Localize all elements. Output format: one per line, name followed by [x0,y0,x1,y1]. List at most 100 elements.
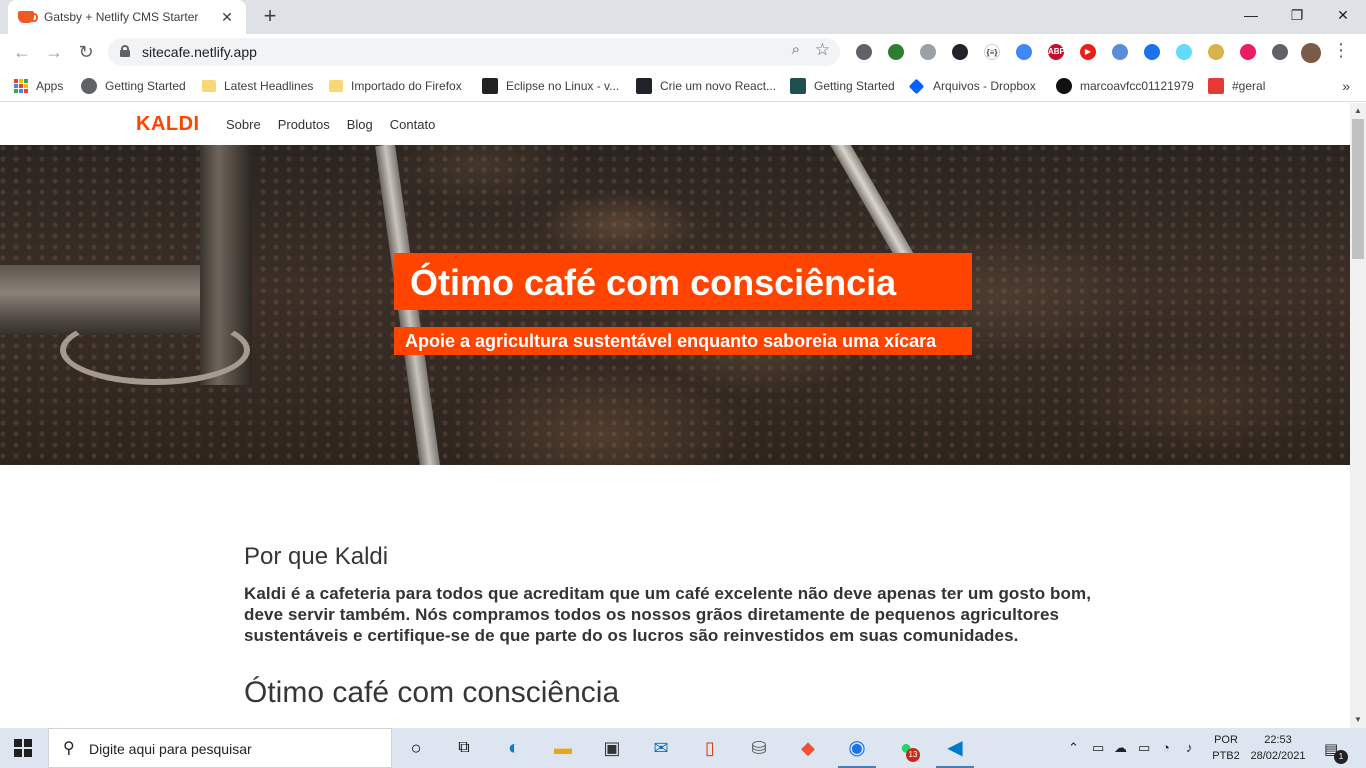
file-explorer-icon[interactable]: ▬ [551,736,575,760]
settings-ext-icon[interactable] [856,44,872,60]
tray-overflow-icon[interactable]: ⌃ [1068,740,1079,756]
nav-links: Sobre Produtos Blog Contato [226,117,452,132]
tab-close-icon[interactable]: ✕ [218,9,236,26]
ext-blue3-icon[interactable] [1144,44,1160,60]
scrollbar-thumb[interactable] [1352,119,1364,259]
site-navbar: KALDI Sobre Produtos Blog Contato [0,103,1350,145]
adblock-plus-icon[interactable]: ABP [1048,44,1065,60]
bookmarks-bar: Apps Getting Started Latest Headlines Im… [0,70,1366,102]
task-view-icon[interactable]: ⧉ [452,736,476,760]
search-placeholder[interactable]: Digite aqui para pesquisar [89,741,252,757]
nav-link-produtos[interactable]: Produtos [278,117,330,132]
nav-link-sobre[interactable]: Sobre [226,117,261,132]
profile-avatar[interactable] [1301,43,1321,63]
search-icon: ⚲ [63,740,75,757]
section-text: Kaldi é a cafeteria para todos que acred… [244,584,1092,645]
page-viewport: KALDI Sobre Produtos Blog Contato Ótimo … [0,103,1350,728]
hero-banner: Ótimo café com consciência Apoie a agric… [0,145,1350,465]
system-clock[interactable]: 22:53 28/02/2021 [1246,732,1310,764]
whatsapp-badge: 13 [906,748,920,762]
zoom-icon[interactable]: ⌕ [792,41,800,58]
bookmark-crie-react[interactable]: Crie um novo React... [636,76,776,96]
maximize-button[interactable]: ❐ [1274,0,1320,30]
close-window-button[interactable]: ✕ [1320,0,1366,30]
battery-icon[interactable]: ▭ [1138,740,1150,756]
globe-icon [81,78,97,94]
new-tab-button[interactable]: + [258,5,282,29]
nav-link-contato[interactable]: Contato [390,117,436,132]
bookmark-eclipse-linux[interactable]: Eclipse no Linux - v... [482,76,619,96]
github-icon [1056,78,1072,94]
react-devtools-icon[interactable] [952,44,968,60]
minimize-button[interactable]: — [1228,0,1274,30]
windows-start-icon[interactable] [14,739,32,757]
puzzle-icon[interactable] [1272,44,1288,60]
calendar-icon [1208,78,1224,94]
taskbar-search[interactable]: ⚲ Digite aqui para pesquisar [48,728,392,768]
ext-gold-icon[interactable] [1208,44,1224,60]
hero-title: Ótimo café com consciência [394,253,972,310]
volume-icon[interactable]: ♪ [1186,740,1193,755]
folder-icon [202,80,216,92]
address-bar[interactable]: sitecafe.netlify.app ⌕ ☆ [108,38,840,66]
git-icon[interactable]: ◆ [796,736,820,760]
store-icon[interactable]: ▣ [600,736,624,760]
bookmark-geral[interactable]: #geral [1208,76,1265,96]
browser-tab[interactable]: Gatsby + Netlify CMS Starter ✕ [8,0,246,34]
edge-icon[interactable]: ◐ [502,736,526,760]
installer-icon[interactable]: ⛁ [747,736,771,760]
gatsby-favicon-icon [18,11,38,23]
dropbox-icon [908,78,925,94]
ext-blue2-icon[interactable] [1112,44,1128,60]
bookmark-label: Arquivos - Dropbox [933,79,1036,93]
office-icon[interactable]: ▯ [698,736,722,760]
bookmark-getting-started[interactable]: Getting Started [81,76,186,96]
bookmark-dropbox[interactable]: Arquivos - Dropbox [908,76,1036,96]
scroll-up-icon[interactable]: ▲ [1350,103,1366,119]
input-language[interactable]: POR PTB2 [1208,732,1244,764]
notification-count: 1 [1334,750,1348,764]
cortana-icon[interactable]: ○ [404,736,428,760]
apps-grid-icon [14,79,28,93]
youtube-ext-icon[interactable]: ▶ [1080,44,1096,60]
globe-ext-icon[interactable] [888,44,904,60]
meet-now-icon[interactable]: ▭ [1092,740,1104,756]
vscode-icon[interactable]: ◀ [943,736,967,760]
bookmark-label: #geral [1232,79,1266,93]
ext-blue-icon[interactable] [1016,44,1032,60]
reload-button[interactable]: ↻ [74,40,98,64]
bookmark-github[interactable]: marcoavfcc01121979 [1056,76,1194,96]
timer-ext-icon[interactable] [920,44,936,60]
url-text[interactable]: sitecafe.netlify.app [142,44,257,60]
bookmark-getting-started-react[interactable]: Getting Started [790,76,895,96]
clock-date: 28/02/2021 [1250,750,1306,762]
bookmark-latest-headlines[interactable]: Latest Headlines [202,76,313,96]
forward-button[interactable]: → [42,40,66,64]
react-icon [790,78,806,94]
ext-colors-icon[interactable] [1240,44,1256,60]
nav-link-blog[interactable]: Blog [347,117,373,132]
section-heading: Por que Kaldi [244,543,389,570]
bookmark-importado-firefox[interactable]: Importado do Firefox [329,76,462,96]
json-ext-icon[interactable]: {≡} [984,44,1000,60]
chrome-icon[interactable]: ◉ [845,736,869,760]
react-ext-icon[interactable] [1176,44,1192,60]
onedrive-icon[interactable]: ☁ [1114,740,1127,756]
bookmark-apps[interactable]: Apps [14,76,63,96]
mail-icon[interactable]: ✉ [649,736,673,760]
chrome-menu-icon[interactable]: ⋮ [1332,40,1350,61]
roaster-collar [60,315,250,385]
bookmarks-overflow-icon[interactable]: » [1342,78,1350,94]
kaldi-logo[interactable]: KALDI [136,113,200,136]
back-button[interactable]: ← [10,40,34,64]
tab-title: Gatsby + Netlify CMS Starter [44,10,199,24]
scroll-down-icon[interactable]: ▼ [1350,712,1366,728]
bookmark-label: Apps [36,79,64,93]
bookmark-label: Getting Started [105,79,186,93]
wifi-icon[interactable]: ◔ [1162,740,1170,755]
main-content: Por que Kaldi Kaldi é a cafeteria para t… [244,543,1114,710]
page-scrollbar[interactable]: ▲ ▼ [1350,103,1366,728]
clock-time: 22:53 [1264,734,1292,746]
lock-icon[interactable] [120,45,130,57]
bookmark-star-icon[interactable]: ☆ [815,40,830,60]
